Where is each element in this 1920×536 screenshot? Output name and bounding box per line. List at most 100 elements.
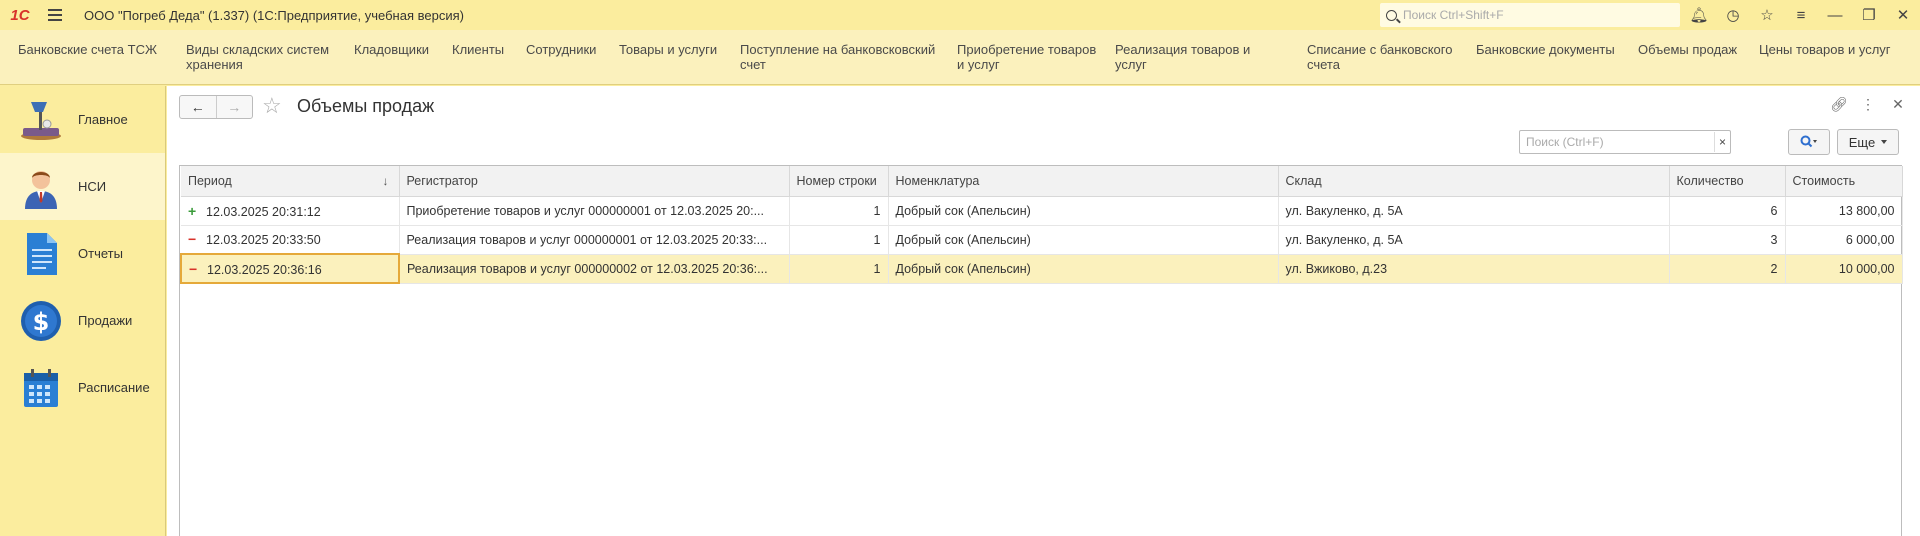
column-label: Регистратор [406, 173, 478, 188]
sidebar-item-label: Продажи [78, 313, 133, 328]
table-row[interactable]: +12.03.2025 20:31:12 Приобретение товаро… [181, 196, 1903, 226]
column-header-line-number[interactable]: Номер строки [789, 166, 889, 197]
cell-nomenclature[interactable]: Добрый сок (Апельсин) [888, 254, 1279, 284]
period-value: 12.03.2025 20:36:16 [207, 262, 322, 277]
sidebar-item-schedule[interactable]: Расписание [0, 354, 165, 421]
column-header-nomenclature[interactable]: Номенклатура [888, 166, 1279, 197]
navigation-buttons: ← → [179, 95, 253, 119]
link-icon[interactable]: 🔗︎ [1830, 96, 1848, 113]
cell-registrar[interactable]: Реализация товаров и услуг 000000002 от … [399, 254, 790, 284]
main-menu-button[interactable] [40, 0, 70, 30]
cell-period[interactable]: +12.03.2025 20:31:12 [181, 196, 400, 226]
column-header-warehouse[interactable]: Склад [1278, 166, 1670, 197]
more-vertical-icon[interactable]: ⋮ [1860, 96, 1876, 113]
table-row-selected[interactable]: −12.03.2025 20:36:16 Реализация товаров … [180, 253, 1903, 284]
document-icon [16, 229, 66, 279]
cell-line-number[interactable]: 1 [789, 254, 889, 284]
sidebar-item-label: Расписание [78, 380, 150, 395]
sidebar-item-reports[interactable]: Отчеты [0, 220, 165, 287]
favorite-star-icon[interactable]: ☆ [262, 94, 282, 118]
title-bar: 1С ООО "Погреб Деда" (1.337) (1С:Предпри… [0, 0, 1920, 30]
menu-item-bank-receipt[interactable]: Поступление на банковсковский счет [740, 42, 940, 72]
cell-nomenclature[interactable]: Добрый сок (Апельсин) [888, 196, 1279, 226]
cell-warehouse[interactable]: ул. Вжиково, д.23 [1278, 254, 1670, 284]
menu-item-clients[interactable]: Клиенты [452, 42, 512, 57]
sidebar-item-sales[interactable]: $ Продажи [0, 287, 165, 354]
favorites-star-icon[interactable]: ☆ [1750, 0, 1784, 30]
page-title: Объемы продаж [297, 96, 435, 116]
cell-quantity[interactable]: 2 [1669, 254, 1786, 284]
cell-quantity[interactable]: 6 [1669, 196, 1786, 226]
cell-quantity[interactable]: 3 [1669, 225, 1786, 255]
more-button[interactable]: Еще [1837, 129, 1899, 155]
global-search-placeholder: Поиск Ctrl+Shift+F [1403, 8, 1504, 22]
sidebar: Главное НСИ Отчеты $ Продажи Расписание [0, 86, 166, 536]
menu-item-sales-volumes[interactable]: Объемы продаж [1638, 42, 1748, 57]
cell-cost[interactable]: 13 800,00 [1785, 196, 1903, 226]
menu-item-goods-services[interactable]: Товары и услуги [619, 42, 729, 57]
sidebar-item-main[interactable]: Главное [0, 86, 165, 153]
cell-period[interactable]: −12.03.2025 20:33:50 [181, 225, 400, 255]
sidebar-item-label: Главное [78, 112, 128, 127]
cell-warehouse[interactable]: ул. Вакуленко, д. 5А [1278, 196, 1670, 226]
table-header-row: Период ↓ Регистратор Номер строки Номенкл… [181, 166, 1903, 197]
minus-icon: − [188, 231, 197, 248]
cell-nomenclature[interactable]: Добрый сок (Апельсин) [888, 225, 1279, 255]
column-label: Номенклатура [895, 173, 980, 188]
settings-menu-icon[interactable]: ≡ [1784, 0, 1818, 30]
cell-cost[interactable]: 6 000,00 [1785, 225, 1903, 255]
bell-icon[interactable]: 🔔︎ [1682, 0, 1716, 30]
sales-volume-table[interactable]: Период ↓ Регистратор Номер строки Номенкл… [179, 165, 1903, 536]
history-icon[interactable]: ◷ [1716, 0, 1750, 30]
period-value: 12.03.2025 20:31:12 [206, 204, 321, 219]
column-label: Количество [1676, 173, 1744, 188]
menu-item-storage-types[interactable]: Виды складских систем хранения [186, 42, 336, 72]
menu-item-bank-accounts[interactable]: Банковские счета ТСЖ [18, 42, 178, 57]
cell-period-current[interactable]: −12.03.2025 20:36:16 [180, 253, 400, 284]
minus-icon: − [189, 260, 198, 277]
close-icon[interactable]: ✕ [1890, 96, 1906, 113]
sidebar-item-nsi[interactable]: НСИ [0, 153, 165, 220]
menu-item-prices[interactable]: Цены товаров и услуг [1759, 42, 1919, 57]
clear-search-button[interactable]: × [1714, 132, 1730, 152]
sidebar-item-label: Отчеты [78, 246, 123, 261]
more-button-label: Еще [1848, 134, 1876, 150]
menu-item-employees[interactable]: Сотрудники [526, 42, 606, 57]
menu-item-bank-documents[interactable]: Банковские документы [1476, 42, 1626, 57]
menu-item-purchase[interactable]: Приобретение товаров и услуг [957, 42, 1097, 72]
plus-icon: + [188, 202, 197, 219]
table-row[interactable]: −12.03.2025 20:33:50 Реализация товаров … [181, 225, 1903, 255]
column-header-period[interactable]: Период ↓ [181, 166, 400, 197]
search-input[interactable]: Поиск (Ctrl+F) [1519, 130, 1731, 154]
back-arrow-icon[interactable]: ← [180, 96, 216, 118]
close-window-icon[interactable]: ✕ [1886, 0, 1920, 30]
cell-line-number[interactable]: 1 [789, 225, 889, 255]
menu-item-sales[interactable]: Реализация товаров и услуг [1115, 42, 1285, 72]
column-header-registrar[interactable]: Регистратор [399, 166, 790, 197]
sidebar-item-label: НСИ [78, 179, 107, 194]
search-button[interactable] [1788, 129, 1830, 155]
desk-lamp-icon [16, 95, 66, 145]
dollar-icon: $ [16, 296, 66, 346]
forward-arrow-icon[interactable]: → [215, 96, 253, 118]
cell-warehouse[interactable]: ул. Вакуленко, д. 5А [1278, 225, 1670, 255]
column-header-cost[interactable]: Стоимость [1785, 166, 1903, 197]
svg-text:$: $ [33, 308, 50, 336]
cell-registrar[interactable]: Приобретение товаров и услуг 000000001 о… [399, 196, 790, 226]
app-title: ООО "Погреб Деда" (1.337) (1С:Предприяти… [84, 7, 464, 23]
sort-down-arrow-icon: ↓ [382, 174, 389, 188]
global-search-input[interactable]: Поиск Ctrl+Shift+F [1380, 3, 1680, 27]
chevron-down-icon [1881, 140, 1888, 144]
restore-icon[interactable]: ❐ [1852, 0, 1886, 30]
menu-item-bank-writeoff[interactable]: Списание с банковского счета [1307, 42, 1467, 72]
column-header-quantity[interactable]: Количество [1669, 166, 1786, 197]
menu-item-storekeepers[interactable]: Кладовщики [354, 42, 444, 57]
search-icon [1800, 135, 1817, 148]
minimize-icon[interactable]: — [1818, 0, 1852, 30]
cell-registrar[interactable]: Реализация товаров и услуг 000000001 от … [399, 225, 790, 255]
cell-line-number[interactable]: 1 [789, 196, 889, 226]
column-label: Стоимость [1792, 173, 1856, 188]
cell-cost[interactable]: 10 000,00 [1785, 254, 1903, 284]
1c-logo[interactable]: 1С [0, 0, 40, 30]
section-menu: Банковские счета ТСЖ Виды складских сист… [0, 30, 1920, 85]
